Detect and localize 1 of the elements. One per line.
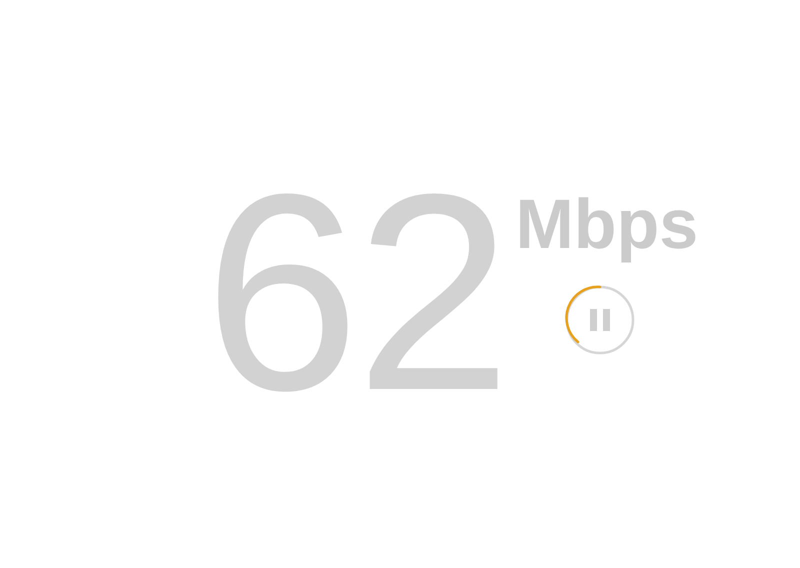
pause-button[interactable]	[564, 284, 636, 356]
